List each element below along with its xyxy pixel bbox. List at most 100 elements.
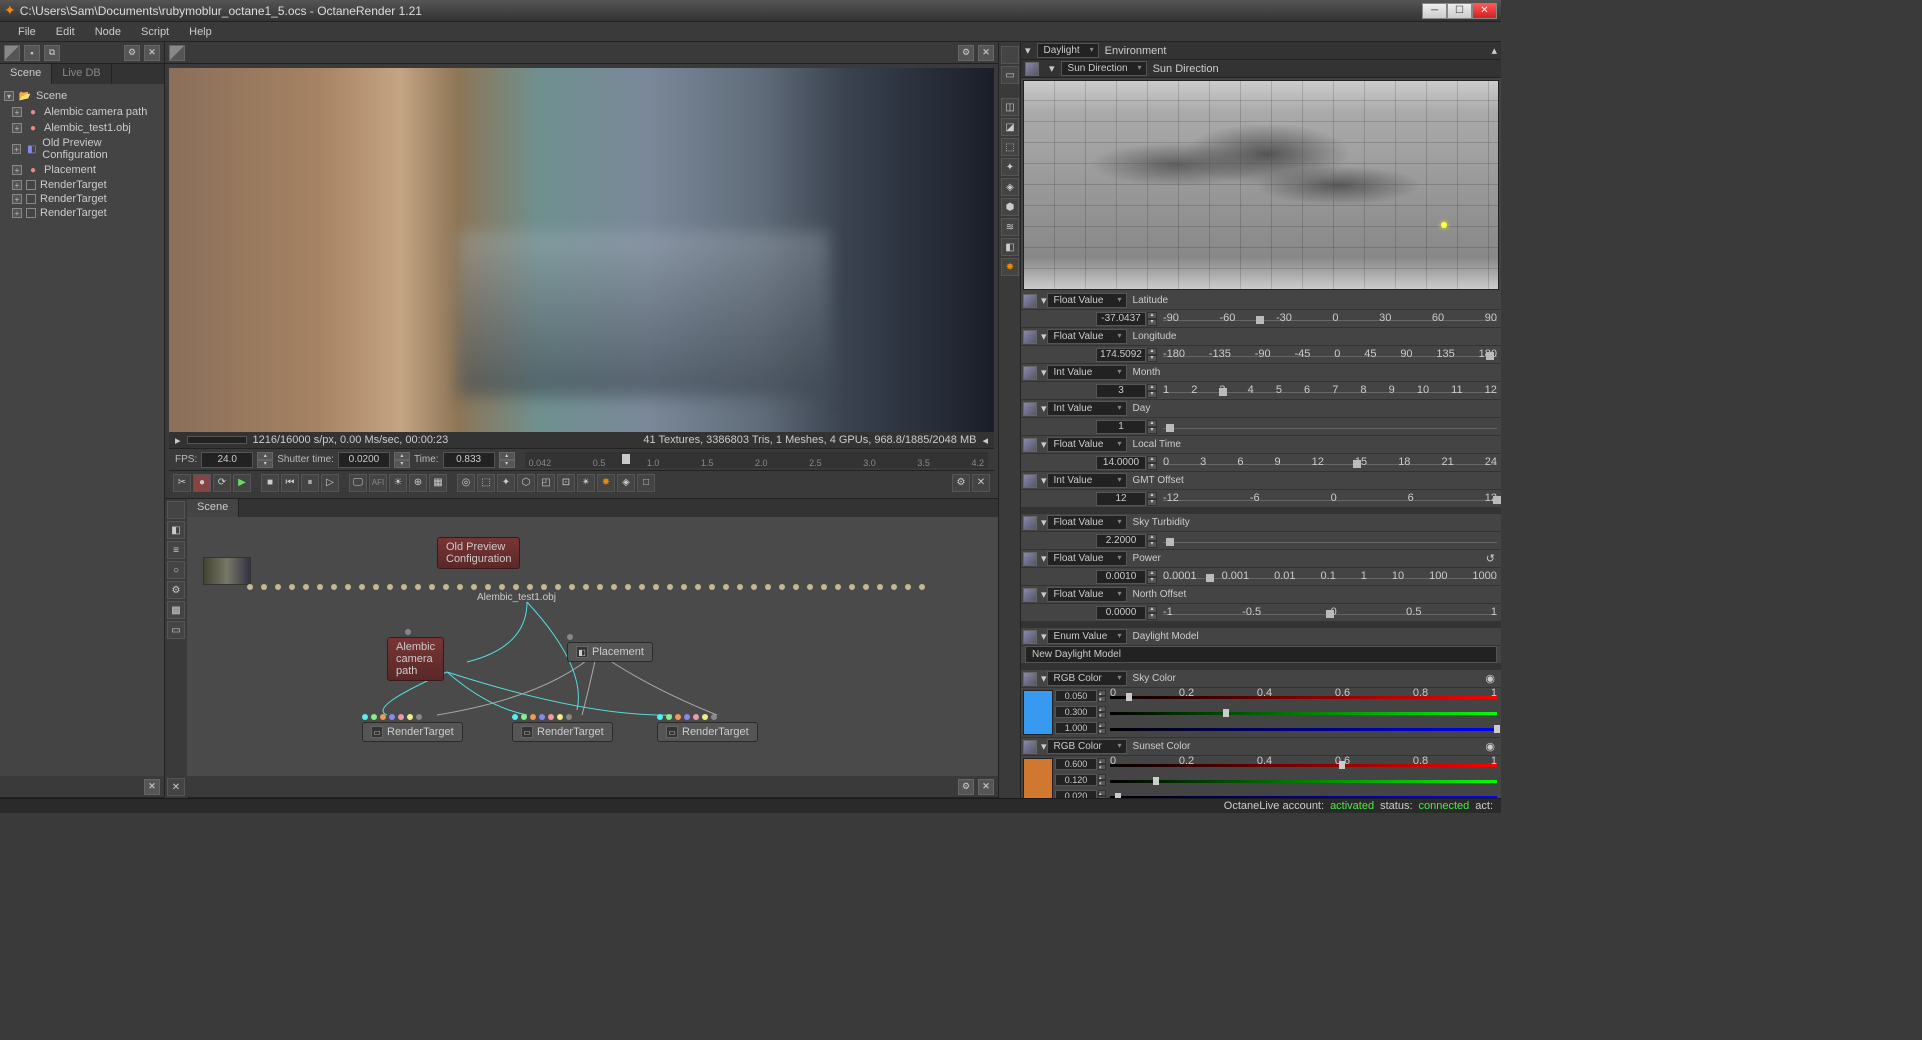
- sky-color-swatch[interactable]: [1023, 690, 1053, 735]
- expand-icon[interactable]: ✕: [978, 45, 994, 61]
- tool-icon[interactable]: □: [637, 474, 655, 492]
- scissors-icon[interactable]: ✂: [173, 474, 191, 492]
- flame-icon[interactable]: ✸: [1001, 258, 1019, 276]
- image-icon[interactable]: ▭: [167, 621, 185, 639]
- afi-label[interactable]: AFI: [369, 474, 387, 492]
- light-icon[interactable]: ○: [167, 561, 185, 579]
- pause-button[interactable]: ⏸: [301, 474, 319, 492]
- month-input[interactable]: 3: [1096, 384, 1146, 398]
- eye-icon[interactable]: ◉: [1485, 672, 1495, 685]
- target-icon[interactable]: ⊕: [409, 474, 427, 492]
- gear-icon[interactable]: ⚙: [167, 581, 185, 599]
- render-image[interactable]: [169, 68, 994, 432]
- sun-icon[interactable]: ☀: [389, 474, 407, 492]
- layers-icon[interactable]: ≡: [167, 541, 185, 559]
- tool-icon[interactable]: ✦: [497, 474, 515, 492]
- wrench-icon[interactable]: ⚙: [958, 779, 974, 795]
- lens-icon[interactable]: ◎: [457, 474, 475, 492]
- tree-item[interactable]: +RenderTarget: [4, 206, 160, 220]
- node-old-preview[interactable]: Old Preview Configuration: [437, 537, 520, 569]
- tool-icon[interactable]: ⊡: [557, 474, 575, 492]
- node-render-target[interactable]: ▭RenderTarget: [657, 722, 758, 742]
- northoffset-input[interactable]: 0.0000: [1096, 606, 1146, 620]
- rewind-button[interactable]: ⏮: [281, 474, 299, 492]
- turbidity-slider[interactable]: [1163, 534, 1497, 548]
- gmt-slider[interactable]: -12-60612: [1163, 492, 1497, 506]
- power-slider[interactable]: 0.00010.0010.010.11101001000: [1163, 570, 1497, 584]
- reset-icon[interactable]: ↺: [1486, 552, 1495, 565]
- northoffset-slider[interactable]: -1-0.500.51: [1163, 606, 1497, 620]
- day-slider[interactable]: [1163, 420, 1497, 434]
- menu-file[interactable]: File: [8, 26, 46, 38]
- expand-icon[interactable]: ✕: [972, 474, 990, 492]
- wrench-icon[interactable]: ⚙: [952, 474, 970, 492]
- image-icon[interactable]: ▭: [1001, 66, 1019, 84]
- menu-edit[interactable]: Edit: [46, 26, 85, 38]
- grid-icon[interactable]: ▦: [429, 474, 447, 492]
- tab-livedb[interactable]: Live DB: [52, 64, 112, 84]
- expand-icon[interactable]: ✕: [144, 779, 160, 795]
- panel-icon[interactable]: [167, 501, 185, 519]
- tool-icon[interactable]: ◈: [617, 474, 635, 492]
- tool-icon[interactable]: ✴: [577, 474, 595, 492]
- tree-item[interactable]: +●Placement: [4, 162, 160, 178]
- localtime-slider[interactable]: 03691215182124: [1163, 456, 1497, 470]
- tool-icon[interactable]: ⬚: [1001, 138, 1019, 156]
- longitude-input[interactable]: 174.5092: [1096, 348, 1146, 362]
- turbidity-input[interactable]: 2.2000: [1096, 534, 1146, 548]
- tool-icon[interactable]: ⬚: [477, 474, 495, 492]
- save-icon[interactable]: ▪: [24, 45, 40, 61]
- sunset-color-swatch[interactable]: [1023, 758, 1053, 798]
- power-input[interactable]: 0.0010: [1096, 570, 1146, 584]
- tree-item[interactable]: +RenderTarget: [4, 178, 160, 192]
- node-render-target[interactable]: ▭RenderTarget: [512, 722, 613, 742]
- panel-icon[interactable]: [1001, 46, 1019, 64]
- tool-icon[interactable]: ⬢: [1001, 198, 1019, 216]
- gmt-input[interactable]: 12: [1096, 492, 1146, 506]
- panel-icon[interactable]: [4, 45, 20, 61]
- env-selector[interactable]: Daylight: [1037, 43, 1099, 58]
- tool-icon[interactable]: ◪: [1001, 118, 1019, 136]
- playhead[interactable]: [622, 454, 630, 464]
- tree-item[interactable]: +●Alembic_test1.obj: [4, 120, 160, 136]
- tree-root[interactable]: ▾📂Scene: [4, 88, 160, 104]
- eye-icon[interactable]: ◉: [1485, 740, 1495, 753]
- time-input[interactable]: 0.833: [443, 452, 495, 468]
- cube-icon[interactable]: ◧: [167, 521, 185, 539]
- latitude-input[interactable]: -37.0437: [1096, 312, 1146, 326]
- flame-icon[interactable]: ✸: [597, 474, 615, 492]
- maximize-button[interactable]: ☐: [1447, 3, 1472, 19]
- menu-help[interactable]: Help: [179, 26, 222, 38]
- node-graph[interactable]: Old Preview Configuration Alembic_test1.…: [187, 517, 998, 776]
- play2-button[interactable]: ▷: [321, 474, 339, 492]
- sun-marker[interactable]: [1441, 222, 1447, 228]
- close-button[interactable]: ✕: [1472, 3, 1497, 19]
- expand-icon[interactable]: ✕: [144, 45, 160, 61]
- expand-icon[interactable]: ✕: [978, 779, 994, 795]
- tool-icon[interactable]: ⬡: [517, 474, 535, 492]
- tab-scene[interactable]: Scene: [0, 64, 52, 84]
- record-icon[interactable]: ●: [193, 474, 211, 492]
- node-placement[interactable]: ◧Placement: [567, 642, 653, 662]
- node-camera-path[interactable]: Alembic camera path: [387, 637, 444, 681]
- wrench-icon[interactable]: ⚙: [124, 45, 140, 61]
- expand-icon[interactable]: ✕: [167, 778, 185, 796]
- shutter-input[interactable]: 0.0200: [338, 452, 390, 468]
- wrench-icon[interactable]: ⚙: [958, 45, 974, 61]
- node-render-target[interactable]: ▭RenderTarget: [362, 722, 463, 742]
- fps-input[interactable]: 24.0: [201, 452, 253, 468]
- timeline-ruler[interactable]: 0.0420.51.01.52.02.53.03.54.2: [525, 452, 988, 468]
- tool-icon[interactable]: ◧: [1001, 238, 1019, 256]
- menu-node[interactable]: Node: [85, 26, 131, 38]
- latitude-slider[interactable]: -90-60-300306090: [1163, 312, 1497, 326]
- model-select[interactable]: New Daylight Model: [1025, 646, 1497, 663]
- stop-button[interactable]: ■: [261, 474, 279, 492]
- tree-item[interactable]: +●Alembic camera path: [4, 104, 160, 120]
- copy-icon[interactable]: ⧉: [44, 45, 60, 61]
- tool-icon[interactable]: ✦: [1001, 158, 1019, 176]
- tool-icon[interactable]: ◰: [537, 474, 555, 492]
- monitor-icon[interactable]: 🖵: [349, 474, 367, 492]
- sun-dir-selector[interactable]: Sun Direction: [1061, 61, 1147, 76]
- checker-icon[interactable]: ▩: [167, 601, 185, 619]
- world-map[interactable]: [1023, 80, 1499, 290]
